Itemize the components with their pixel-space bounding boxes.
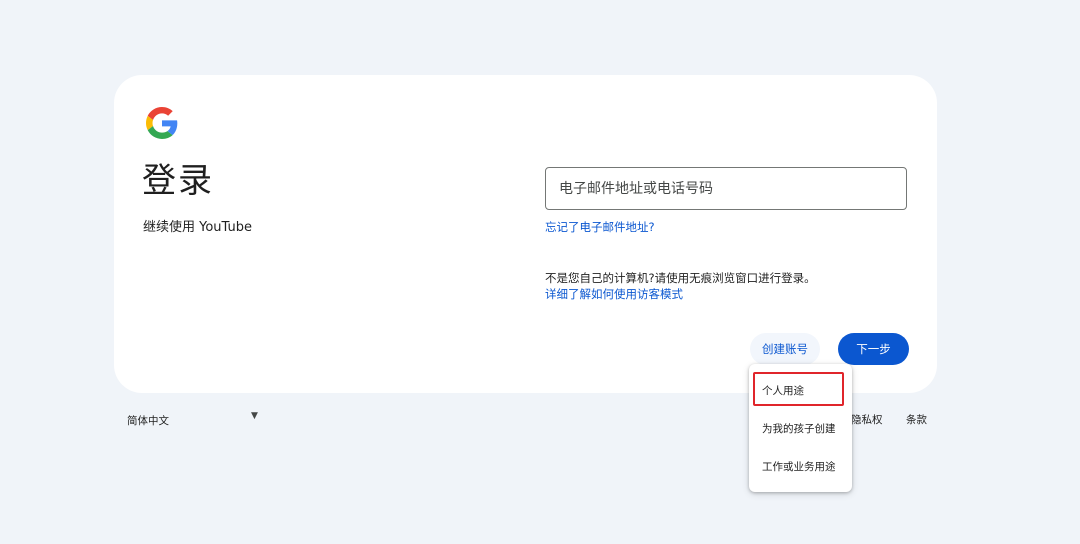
- language-selector[interactable]: 简体中文: [127, 413, 169, 428]
- google-g-icon: [146, 107, 178, 139]
- page-subtitle: 继续使用 YouTube: [143, 220, 252, 235]
- guest-notice-text: 不是您自己的计算机?请使用无痕浏览窗口进行登录。: [545, 271, 816, 285]
- email-field[interactable]: [546, 168, 906, 209]
- next-button[interactable]: 下一步: [838, 333, 909, 365]
- menu-item-child[interactable]: 为我的孩子创建: [749, 410, 852, 446]
- signin-card: 登录 继续使用 YouTube 忘记了电子邮件地址? 不是您自己的计算机?请使用…: [114, 75, 937, 393]
- terms-link[interactable]: 条款: [906, 412, 927, 427]
- highlight-box: [753, 372, 844, 406]
- guest-mode-link[interactable]: 详细了解如何使用访客模式: [545, 286, 683, 302]
- forgot-email-link[interactable]: 忘记了电子邮件地址?: [545, 219, 655, 235]
- menu-item-work[interactable]: 工作或业务用途: [749, 448, 852, 484]
- email-field-container[interactable]: [545, 167, 907, 210]
- caret-down-icon[interactable]: ▼: [251, 411, 258, 421]
- create-account-button[interactable]: 创建账号: [750, 333, 820, 365]
- privacy-link[interactable]: 隐私权: [851, 412, 883, 427]
- page-title: 登录: [142, 161, 214, 201]
- create-account-menu: 个人用途 为我的孩子创建 工作或业务用途: [749, 364, 852, 492]
